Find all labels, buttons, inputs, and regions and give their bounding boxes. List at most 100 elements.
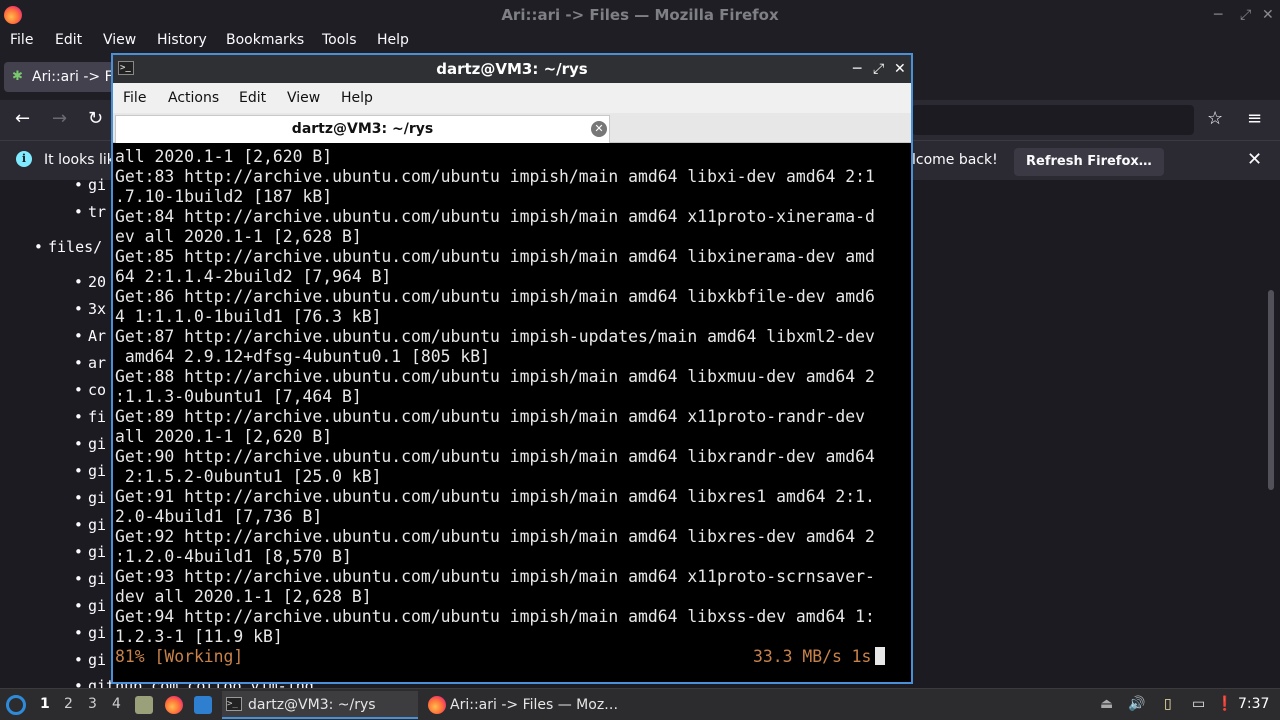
list-item[interactable]: gi bbox=[74, 176, 106, 194]
workspace-4[interactable]: 4 bbox=[112, 696, 121, 712]
taskbar-firefox-task[interactable]: Ari::ari -> Files — Moz… bbox=[424, 691, 624, 719]
taskbar: 1 2 3 4 >_ dartz@VM3: ~/rys Ari::ari -> … bbox=[0, 688, 1280, 720]
tab-close-icon[interactable]: ✕ bbox=[591, 121, 607, 137]
firefox-tab[interactable]: ✱ Ari::ari -> Fi bbox=[4, 62, 114, 92]
terminal-line: all 2020.1-1 [2,620 B] bbox=[115, 147, 333, 166]
terminal-menu-file[interactable]: File bbox=[123, 90, 146, 106]
list-item[interactable]: tr bbox=[74, 203, 106, 221]
terminal-menu-help[interactable]: Help bbox=[341, 90, 373, 106]
menu-file[interactable]: File bbox=[10, 32, 33, 48]
terminal-line: Get:89 http://archive.ubuntu.com/ubuntu … bbox=[115, 407, 865, 426]
clipboard-icon[interactable]: ▯ bbox=[1164, 696, 1172, 712]
tray-eject-icon[interactable]: ⏏ bbox=[1100, 696, 1113, 712]
terminal-line: Get:87 http://archive.ubuntu.com/ubuntu … bbox=[115, 327, 875, 346]
terminal-line: :1.1.3-0ubuntu1 [7,464 B] bbox=[115, 387, 362, 406]
terminal-line: all 2020.1-1 [2,620 B] bbox=[115, 427, 333, 446]
reload-icon[interactable]: ↻ bbox=[88, 108, 103, 129]
terminal-line: amd64 2.9.12+dfsg-4ubuntu0.1 [805 kB] bbox=[115, 347, 490, 366]
taskbar-terminal-task[interactable]: >_ dartz@VM3: ~/rys bbox=[222, 691, 418, 719]
workspace-1[interactable]: 1 bbox=[40, 696, 50, 712]
terminal-line: dev all 2020.1-1 [2,628 B] bbox=[115, 587, 372, 606]
back-icon[interactable]: ← bbox=[15, 108, 30, 129]
list-item[interactable]: gi bbox=[74, 597, 106, 615]
close-icon[interactable]: ✕ bbox=[1262, 0, 1274, 30]
maximize-icon[interactable]: ⤢ bbox=[1240, 0, 1251, 30]
list-item[interactable]: gi bbox=[74, 489, 106, 507]
workspace-3[interactable]: 3 bbox=[88, 696, 97, 712]
start-menu-icon[interactable] bbox=[6, 695, 26, 715]
file-manager-launcher-icon[interactable] bbox=[135, 696, 153, 714]
app-menu-icon[interactable]: ≡ bbox=[1247, 108, 1262, 129]
terminal-menu-edit[interactable]: Edit bbox=[239, 90, 266, 106]
terminal-line: Get:88 http://archive.ubuntu.com/ubuntu … bbox=[115, 367, 875, 386]
list-item[interactable]: 3x bbox=[74, 300, 106, 318]
terminal-line: Get:90 http://archive.ubuntu.com/ubuntu … bbox=[115, 447, 875, 466]
terminal-window: >_ dartz@VM3: ~/rys ─ ⤢ ✕ File Actions E… bbox=[111, 53, 913, 684]
terminal-cursor bbox=[875, 647, 885, 665]
list-item[interactable]: gi bbox=[74, 516, 106, 534]
terminal-line: ev all 2020.1-1 [2,628 B] bbox=[115, 227, 362, 246]
terminal-line: Get:91 http://archive.ubuntu.com/ubuntu … bbox=[115, 487, 875, 506]
list-item[interactable]: 20 bbox=[74, 273, 106, 291]
list-item[interactable]: fi bbox=[74, 408, 106, 426]
terminal-close-icon[interactable]: ✕ bbox=[894, 55, 906, 83]
menu-tools[interactable]: Tools bbox=[322, 32, 357, 48]
list-item[interactable]: gi bbox=[74, 570, 106, 588]
bookmark-star-icon[interactable]: ☆ bbox=[1207, 108, 1223, 129]
menu-bookmarks[interactable]: Bookmarks bbox=[226, 32, 304, 48]
menu-history[interactable]: History bbox=[157, 32, 207, 48]
notification-text-left: It looks lik bbox=[44, 152, 115, 168]
menu-view[interactable]: View bbox=[103, 32, 136, 48]
terminal-tab[interactable]: dartz@VM3: ~/rys ✕ bbox=[115, 115, 610, 143]
url-bar[interactable] bbox=[912, 105, 1194, 135]
display-icon[interactable]: ▭ bbox=[1192, 696, 1205, 712]
terminal-output[interactable]: all 2020.1-1 [2,620 B] Get:83 http://arc… bbox=[113, 147, 911, 681]
list-item[interactable]: Ar bbox=[74, 327, 106, 345]
firefox-titlebar: Ari::ari -> Files — Mozilla Firefox ─ ⤢ … bbox=[0, 0, 1280, 30]
terminal-maximize-icon[interactable]: ⤢ bbox=[873, 55, 884, 83]
menu-edit[interactable]: Edit bbox=[55, 32, 82, 48]
terminal-line: 4 1:1.1.0-1build1 [76.3 kB] bbox=[115, 307, 382, 326]
list-item[interactable]: gi bbox=[74, 624, 106, 642]
terminal-line: Get:93 http://archive.ubuntu.com/ubuntu … bbox=[115, 567, 875, 586]
terminal-line: Get:86 http://archive.ubuntu.com/ubuntu … bbox=[115, 287, 875, 306]
terminal-line: :1.2.0-4build1 [8,570 B] bbox=[115, 547, 352, 566]
terminal-line: Get:84 http://archive.ubuntu.com/ubuntu … bbox=[115, 207, 875, 226]
volume-icon[interactable]: 🔊 bbox=[1128, 696, 1145, 712]
notification-close-icon[interactable]: ✕ bbox=[1247, 149, 1262, 170]
workspace-2[interactable]: 2 bbox=[64, 696, 73, 712]
terminal-line: Get:92 http://archive.ubuntu.com/ubuntu … bbox=[115, 527, 875, 546]
minimize-icon[interactable]: ─ bbox=[1214, 0, 1222, 30]
terminal-line: 1.2.3-1 [11.9 kB] bbox=[115, 627, 283, 646]
firefox-launcher-icon[interactable] bbox=[165, 696, 183, 714]
refresh-firefox-button[interactable]: Refresh Firefox… bbox=[1014, 148, 1164, 176]
terminal-icon: >_ bbox=[226, 697, 242, 711]
firefox-window-title: Ari::ari -> Files — Mozilla Firefox bbox=[501, 6, 779, 24]
desktop-launcher-icon[interactable] bbox=[194, 696, 212, 714]
list-item[interactable]: co bbox=[74, 381, 106, 399]
terminal-menu-actions[interactable]: Actions bbox=[168, 90, 219, 106]
apt-download-speed: 33.3 MB/s 1s bbox=[753, 647, 872, 666]
folder-item[interactable]: files/ bbox=[34, 238, 102, 256]
notification-text-right: lcome back! bbox=[912, 152, 998, 168]
firefox-menubar: File Edit View History Bookmarks Tools H… bbox=[0, 30, 1280, 54]
terminal-line: .7.10-1build2 [187 kB] bbox=[115, 187, 333, 206]
update-notification-icon[interactable]: ❗ bbox=[1216, 696, 1233, 712]
terminal-line: 2:1.5.2-0ubuntu1 [25.0 kB] bbox=[115, 467, 382, 486]
terminal-titlebar[interactable]: >_ dartz@VM3: ~/rys ─ ⤢ ✕ bbox=[113, 55, 911, 83]
firefox-icon bbox=[428, 696, 446, 714]
clock: 7:37 bbox=[1238, 696, 1270, 712]
page-scrollbar[interactable] bbox=[1268, 290, 1274, 490]
list-item[interactable]: gi bbox=[74, 435, 106, 453]
terminal-minimize-icon[interactable]: ─ bbox=[853, 55, 861, 83]
forward-icon[interactable]: → bbox=[52, 108, 67, 129]
terminal-line: 64 2:1.1.4-2build2 [7,964 B] bbox=[115, 267, 392, 286]
list-item[interactable]: gi bbox=[74, 651, 106, 669]
terminal-menu-view[interactable]: View bbox=[287, 90, 320, 106]
list-item[interactable]: gi bbox=[74, 462, 106, 480]
list-item[interactable]: gi bbox=[74, 543, 106, 561]
menu-help[interactable]: Help bbox=[377, 32, 409, 48]
terminal-menubar: File Actions Edit View Help bbox=[113, 83, 911, 113]
list-item[interactable]: ar bbox=[74, 354, 106, 372]
tab-title: Ari::ari -> Fi bbox=[32, 69, 114, 85]
